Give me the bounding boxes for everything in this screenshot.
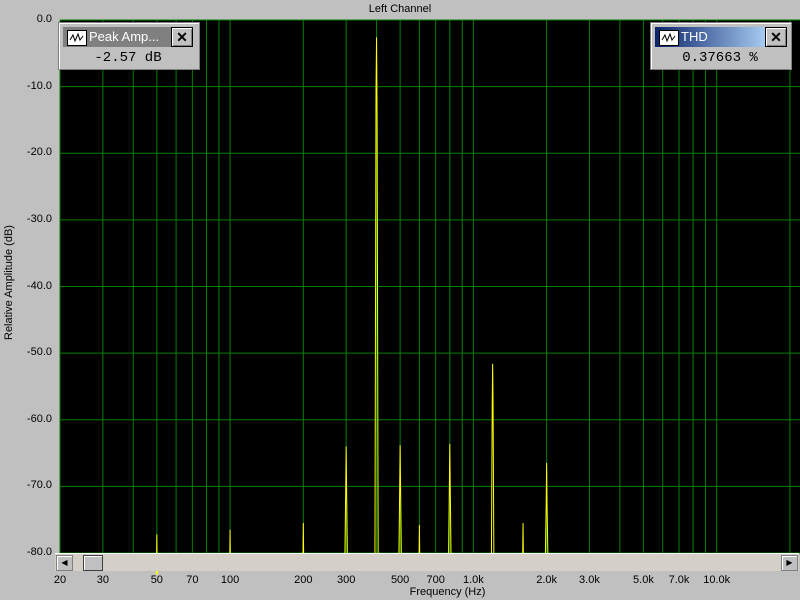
x-axis-label: Frequency (Hz) [409, 586, 486, 598]
waveform-icon [659, 30, 679, 46]
x-tick-label: 7.0k [668, 574, 690, 586]
scroll-right-icon[interactable]: ▶ [781, 555, 798, 571]
x-tick-label: 70 [186, 574, 199, 586]
x-tick-label: 30 [96, 574, 109, 586]
peak-amplitude-value: -2.57 dB [94, 50, 162, 66]
y-tick-label: -20.0 [26, 146, 52, 159]
y-tick-label: -70.0 [26, 479, 52, 492]
thd-value: 0.37663 % [682, 50, 758, 66]
x-tick-label: 100 [220, 574, 240, 586]
close-icon[interactable]: ✕ [171, 27, 193, 47]
thd-meter[interactable]: THD ✕ 0.37663 % [650, 22, 792, 70]
horizontal-scrollbar[interactable]: ◀ ▶ [55, 553, 799, 571]
waveform-icon [67, 30, 87, 46]
y-tick-label: -10.0 [26, 79, 52, 92]
y-tick-label: -30.0 [26, 212, 52, 225]
y-tick-label: 0.0 [36, 13, 52, 25]
x-tick-label: 20 [53, 574, 67, 586]
x-tick-label: 50 [150, 574, 163, 586]
x-tick-label: 3.0k [579, 574, 600, 586]
x-tick-label: 500 [390, 574, 410, 586]
x-tick-label: 10.0k [703, 574, 731, 586]
x-tick-label: 200 [294, 574, 313, 586]
x-tick-label: 1.0k [462, 574, 484, 586]
x-tick-label: 300 [336, 574, 356, 586]
close-icon[interactable]: ✕ [765, 27, 787, 47]
y-tick-label: -60.0 [26, 412, 52, 425]
y-tick-label: -50.0 [26, 346, 52, 359]
spectrum-plot[interactable] [0, 0, 800, 600]
x-tick-label: 5.0k [633, 574, 654, 586]
x-tick-label: 2.0k [536, 574, 557, 586]
scroll-left-icon[interactable]: ◀ [56, 555, 73, 571]
thd-meter-name: THD [681, 29, 708, 44]
scrollbar-thumb[interactable] [83, 555, 103, 571]
thd-meter-header[interactable]: THD [655, 27, 765, 47]
y-tick-label: -40.0 [26, 279, 52, 292]
y-tick-label: -80.0 [26, 546, 52, 558]
x-tick-label: 700 [426, 574, 445, 586]
peak-amplitude-meter[interactable]: Peak Amp... ✕ -2.57 dB [58, 22, 200, 70]
